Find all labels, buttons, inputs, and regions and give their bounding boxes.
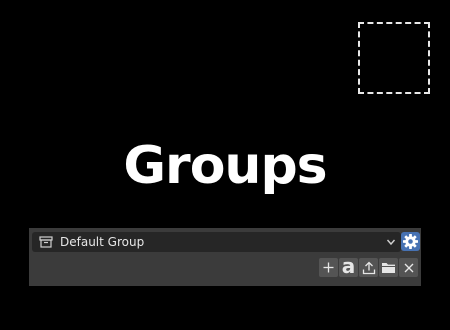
- remove-group-button[interactable]: [399, 258, 418, 277]
- open-folder-button[interactable]: [379, 258, 398, 277]
- close-icon: [404, 263, 413, 272]
- page-title: Groups: [123, 136, 327, 196]
- groups-panel: Default Group a: [29, 228, 421, 286]
- settings-button[interactable]: [401, 232, 420, 251]
- gear-icon: [403, 234, 418, 249]
- folder-icon: [382, 263, 395, 273]
- group-selector-value: Default Group: [60, 235, 145, 249]
- upload-icon: [362, 261, 375, 274]
- drop-zone-placeholder: [358, 22, 430, 94]
- group-toolbar: a: [319, 253, 418, 278]
- text-button[interactable]: a: [339, 253, 358, 278]
- chevron-down-icon: [386, 239, 396, 246]
- add-group-button[interactable]: [319, 258, 338, 277]
- canvas: Groups Default Group a: [0, 0, 450, 330]
- plus-icon: [323, 262, 334, 273]
- export-button[interactable]: [359, 258, 378, 277]
- archive-icon: [39, 236, 53, 248]
- group-selector-dropdown[interactable]: Default Group: [32, 232, 401, 252]
- text-a-icon: a: [341, 253, 356, 278]
